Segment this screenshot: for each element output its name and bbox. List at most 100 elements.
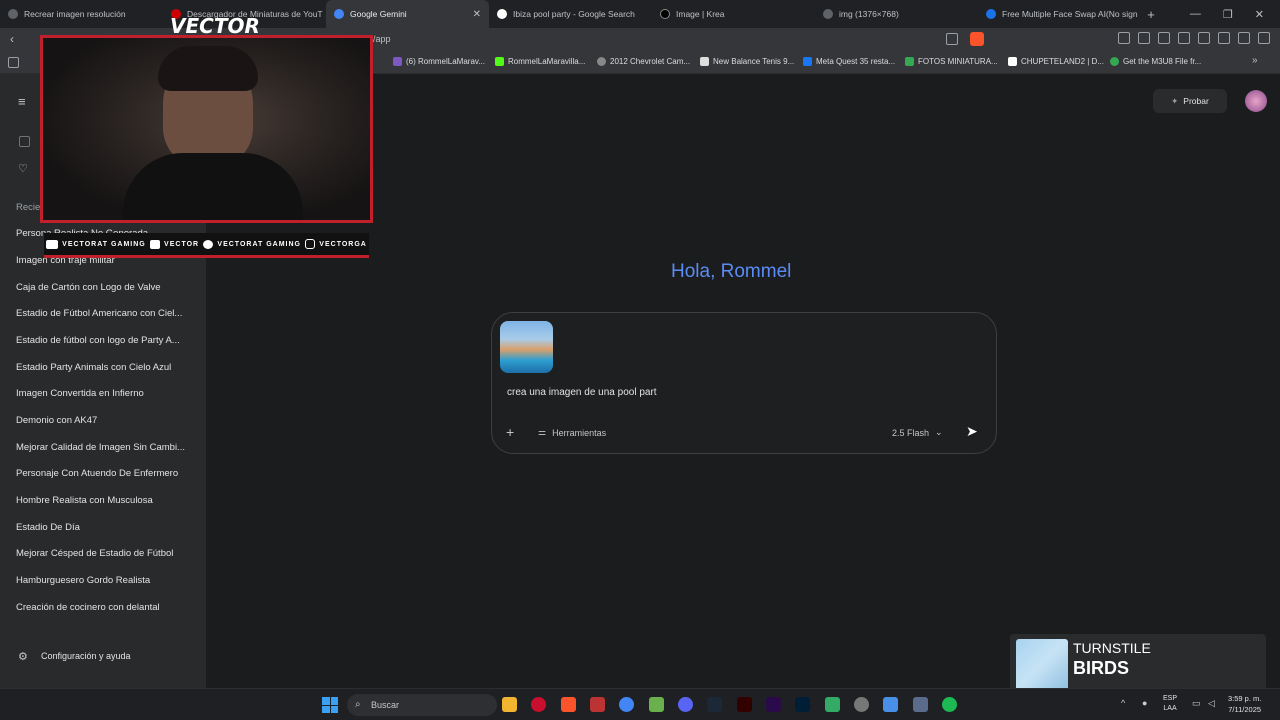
app-icon[interactable] bbox=[825, 697, 840, 712]
network-icon[interactable]: ▭ bbox=[1192, 698, 1201, 709]
track-title: TURNSTILE bbox=[1073, 640, 1151, 656]
new-tab-icon[interactable]: + bbox=[1141, 7, 1161, 22]
windows-start-icon[interactable] bbox=[322, 697, 338, 713]
sidebar-item-chat[interactable]: Mejorar Calidad de Imagen Sin Cambi... bbox=[16, 442, 196, 453]
menu-icon[interactable] bbox=[1258, 32, 1270, 44]
restore-icon[interactable]: ❐ bbox=[1223, 8, 1233, 21]
tab-img[interactable]: img (1376×768) bbox=[815, 0, 978, 28]
sidebar-item-chat[interactable]: Mejorar Césped de Estadio de Fútbol bbox=[16, 548, 196, 559]
system-clock[interactable]: 3:59 p. m. 7/11/2025 bbox=[1228, 693, 1261, 715]
back-icon[interactable]: ‹ bbox=[10, 32, 14, 46]
new-balance-icon bbox=[700, 57, 709, 66]
vpn-icon[interactable] bbox=[1238, 32, 1250, 44]
prompt-input[interactable]: crea una imagen de una pool part bbox=[507, 387, 657, 398]
instagram-icon bbox=[305, 239, 316, 249]
bookmark-item[interactable]: CHUPETELAND2 | D... bbox=[1008, 57, 1104, 66]
sidebar-toggle-icon[interactable] bbox=[1178, 32, 1190, 44]
discord-icon[interactable] bbox=[678, 697, 693, 712]
file-explorer-icon[interactable] bbox=[502, 697, 517, 712]
bookmark-item[interactable]: Meta Quest 35 resta... bbox=[803, 57, 895, 66]
steam-icon[interactable] bbox=[707, 697, 722, 712]
sidebar-item-chat[interactable]: Demonio con AK47 bbox=[16, 415, 196, 426]
screenshot-icon[interactable] bbox=[1138, 32, 1150, 44]
bookmark-item[interactable]: RommelLaMaravilla... bbox=[495, 57, 585, 66]
meta-icon bbox=[803, 57, 812, 66]
track-artist: BIRDS bbox=[1073, 658, 1130, 678]
brave-icon[interactable] bbox=[561, 697, 576, 712]
mic-icon[interactable]: ● bbox=[1142, 698, 1147, 708]
sparkle-icon: ✦ bbox=[1171, 95, 1179, 106]
krea-icon bbox=[660, 9, 670, 19]
illustrator-icon[interactable] bbox=[737, 697, 752, 712]
tab-recrear[interactable]: Recrear imagen resolución bbox=[0, 0, 163, 28]
volume-icon[interactable]: ◁ bbox=[1208, 698, 1215, 709]
tab-face-swap[interactable]: Free Multiple Face Swap AI(No sign bbox=[978, 0, 1141, 28]
sidebar-item-chat[interactable]: Caja de Cartón con Logo de Valve bbox=[16, 282, 196, 293]
sidebar-item-chat[interactable]: Estadio Party Animals con Cielo Azul bbox=[16, 362, 196, 373]
bookmark-item[interactable]: FOTOS MINIATURA... bbox=[905, 57, 998, 66]
sidebar-item-chat[interactable]: Imagen Convertida en Infierno bbox=[16, 388, 196, 399]
tab-google-search[interactable]: Ibiza pool party - Google Search bbox=[489, 0, 652, 28]
url-text[interactable]: /app bbox=[373, 34, 391, 44]
app-icon[interactable] bbox=[854, 697, 869, 712]
tools-button[interactable]: ⚌ Herramientas bbox=[538, 427, 606, 438]
extension-icon[interactable] bbox=[1118, 32, 1130, 44]
chrome-icon[interactable] bbox=[619, 697, 634, 712]
premiere-icon[interactable] bbox=[766, 697, 781, 712]
new-chat-icon[interactable] bbox=[19, 136, 30, 147]
hamburger-menu-icon[interactable]: ≡ bbox=[18, 94, 26, 109]
tab-label: Recrear imagen resolución bbox=[24, 9, 126, 19]
tab-krea[interactable]: Image | Krea bbox=[652, 0, 815, 28]
brave-shield-icon[interactable] bbox=[970, 32, 984, 46]
wallet-icon[interactable] bbox=[1198, 32, 1210, 44]
try-button[interactable]: ✦ Probar bbox=[1153, 89, 1227, 113]
now-playing-widget[interactable]: TURNSTILE BIRDS bbox=[1010, 634, 1266, 696]
copilot-icon[interactable] bbox=[883, 697, 898, 712]
spotify-icon[interactable] bbox=[942, 697, 957, 712]
taskbar-search[interactable]: ⌕ Buscar bbox=[347, 694, 497, 716]
tray-chevron-icon[interactable]: ^ bbox=[1121, 698, 1125, 708]
minimize-icon[interactable]: — bbox=[1190, 8, 1201, 21]
send-icon[interactable]: ➤ bbox=[966, 423, 978, 440]
more-bookmarks-icon[interactable]: » bbox=[1252, 55, 1258, 66]
leo-icon[interactable] bbox=[1218, 32, 1230, 44]
search-placeholder: Buscar bbox=[371, 700, 400, 710]
download-icon[interactable] bbox=[1158, 32, 1170, 44]
photoshop-icon[interactable] bbox=[795, 697, 810, 712]
apps-grid-icon[interactable] bbox=[8, 57, 19, 68]
sidebar-item-chat[interactable]: Estadio de fútbol con logo de Party A... bbox=[16, 335, 196, 346]
lang-layout: LAA bbox=[1163, 705, 1177, 712]
settings-help-link[interactable]: Configuración y ayuda bbox=[41, 651, 221, 661]
settings-gear-icon[interactable]: ⚙ bbox=[18, 650, 28, 663]
sidebar-item-chat[interactable]: Personaje Con Atuendo De Enfermero bbox=[16, 468, 196, 479]
sidebar-item-chat[interactable]: Creación de cocinero con delantal bbox=[16, 602, 196, 613]
gemini-icon bbox=[334, 9, 344, 19]
sidebar-item-chat[interactable]: Estadio de Fútbol Americano con Ciel... bbox=[16, 308, 196, 319]
app-icon[interactable] bbox=[913, 697, 928, 712]
opera-icon[interactable] bbox=[531, 697, 546, 712]
sidebar-item-chat[interactable]: Hamburguesero Gordo Realista bbox=[16, 575, 196, 586]
twitter-handle: VECTORAT GAMING bbox=[203, 239, 301, 249]
sidebar-item-chat[interactable]: Estadio De Día bbox=[16, 522, 196, 533]
bookmark-item[interactable]: Get the M3U8 File fr... bbox=[1110, 57, 1201, 66]
youtube-handle: VECTORAT GAMING bbox=[46, 239, 146, 249]
gems-icon[interactable]: ♡ bbox=[18, 162, 28, 175]
language-indicator[interactable]: ESP LAA bbox=[1163, 694, 1177, 714]
bookmark-item[interactable]: 2012 Chevrolet Cam... bbox=[597, 57, 690, 66]
app-icon[interactable] bbox=[649, 697, 664, 712]
attached-image-thumbnail[interactable] bbox=[500, 321, 553, 373]
close-icon[interactable]: ✕ bbox=[473, 9, 481, 20]
model-selector[interactable]: 2.5 Flash ⌄ bbox=[892, 427, 943, 438]
app-icon[interactable] bbox=[590, 697, 605, 712]
share-icon[interactable] bbox=[946, 33, 958, 45]
prompt-box[interactable]: crea una imagen de una pool part + ⚌ Herr… bbox=[491, 312, 997, 454]
add-icon[interactable]: + bbox=[506, 424, 514, 440]
sidebar-item-chat[interactable]: Hombre Realista con Musculosa bbox=[16, 495, 196, 506]
bookmark-item[interactable]: (6) RommelLaMarav... bbox=[393, 57, 485, 66]
google-icon bbox=[497, 9, 507, 19]
tab-gemini[interactable]: Google Gemini ✕ bbox=[326, 0, 489, 28]
avatar[interactable] bbox=[1245, 90, 1267, 112]
bookmark-item[interactable]: New Balance Tenis 9... bbox=[700, 57, 794, 66]
close-window-icon[interactable]: ✕ bbox=[1255, 8, 1264, 21]
bookmark-label: New Balance Tenis 9... bbox=[713, 57, 795, 66]
